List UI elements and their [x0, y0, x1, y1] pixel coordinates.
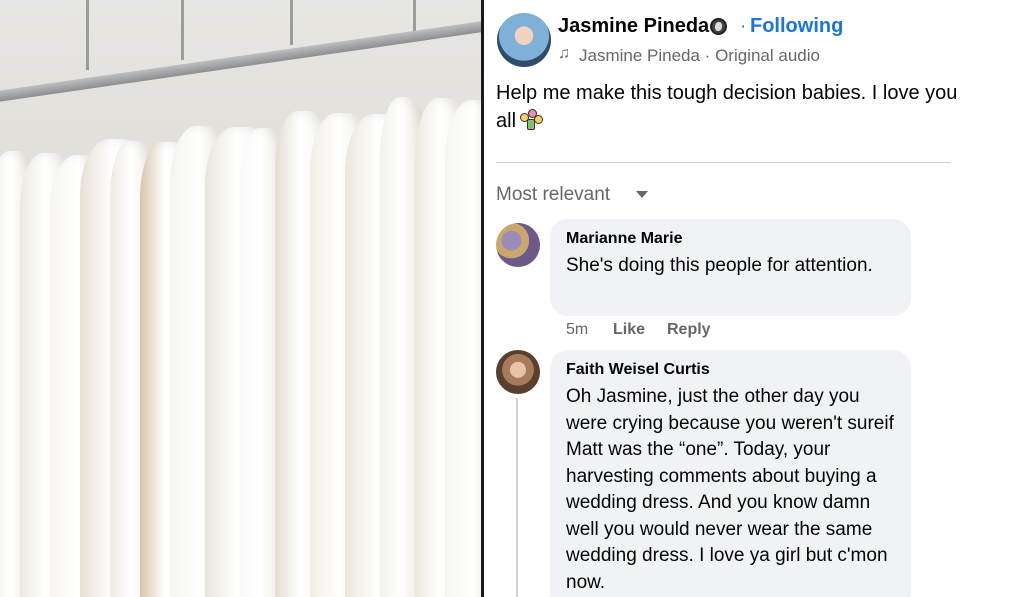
author-avatar[interactable]	[497, 13, 551, 67]
comment-bubble: Faith Weisel Curtis Oh Jasmine, just the…	[550, 350, 911, 597]
comment-sort-dropdown[interactable]: Most relevant	[496, 184, 610, 206]
chevron-down-icon[interactable]	[636, 191, 648, 198]
separator-dot: ·	[740, 16, 747, 37]
comment-bubble: Marianne Marie She's doing this people f…	[550, 219, 911, 316]
post-panel: Jasmine Pineda · Following ♫ Jasmine Pin…	[484, 0, 1024, 597]
commenter-name[interactable]: Faith Weisel Curtis	[566, 361, 710, 379]
commenter-name[interactable]: Marianne Marie	[566, 230, 682, 248]
like-button[interactable]: Like	[613, 321, 645, 339]
globe-icon	[710, 18, 727, 35]
commenter-avatar[interactable]	[496, 350, 540, 394]
comment-text: Oh Jasmine, just the other day you were …	[566, 386, 894, 593]
post-caption: Help me make this tough decision babies.…	[496, 79, 966, 135]
original-audio-link[interactable]: Jasmine Pineda · Original audio	[579, 46, 820, 66]
clothing-rail	[0, 17, 481, 103]
commenter-avatar[interactable]	[496, 223, 540, 267]
author-name[interactable]: Jasmine Pineda	[558, 15, 709, 38]
post-caption-text: Help me make this tough decision babies.…	[496, 82, 958, 132]
comment-text: She's doing this people for attention.	[566, 255, 873, 276]
comment-timestamp[interactable]: 5m	[566, 321, 588, 339]
reply-button[interactable]: Reply	[667, 321, 711, 339]
post-photo-wedding-dresses[interactable]	[0, 0, 481, 597]
thread-line	[516, 398, 518, 597]
bouquet-emoji-icon	[520, 109, 544, 131]
music-note-icon: ♫	[558, 45, 570, 62]
following-button[interactable]: Following	[750, 15, 843, 38]
dress-shape	[445, 100, 481, 597]
divider-line	[496, 162, 951, 163]
